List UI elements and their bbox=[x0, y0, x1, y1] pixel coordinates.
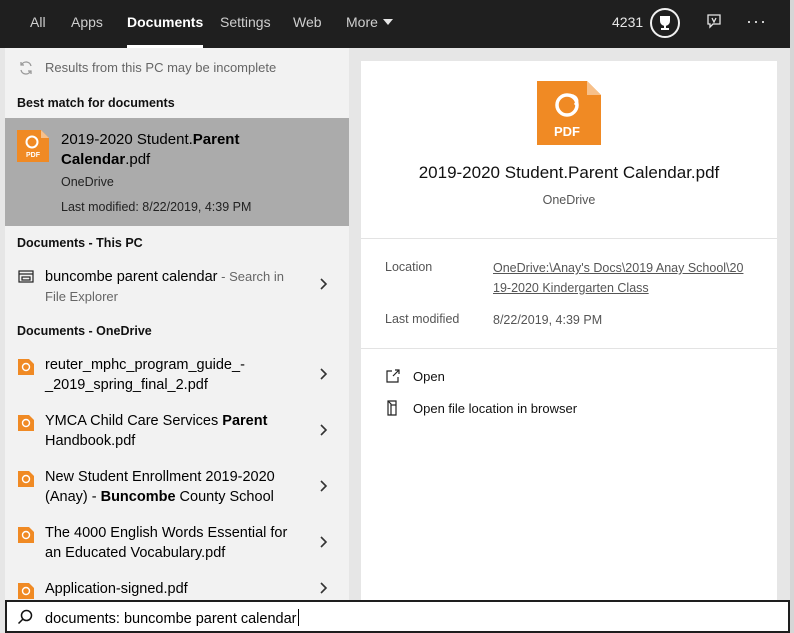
chevron-right-icon[interactable] bbox=[318, 367, 328, 386]
search-hint-2: File Explorer bbox=[45, 289, 118, 304]
best-match-heading: Best match for documents bbox=[17, 96, 175, 110]
pdf-file-icon bbox=[18, 415, 34, 436]
search-query: documents: buncombe parent calendar bbox=[45, 609, 299, 627]
search-term: buncombe parent calendar bbox=[45, 269, 218, 285]
file-location-icon bbox=[385, 400, 401, 419]
list-item-text: Application-signed.pdf bbox=[45, 581, 188, 597]
chevron-right-icon[interactable] bbox=[318, 535, 328, 554]
window-edge bbox=[790, 0, 794, 633]
preview-subtitle: OneDrive bbox=[542, 193, 596, 207]
rewards-points: 4231 bbox=[612, 14, 644, 30]
sync-icon bbox=[18, 60, 34, 81]
best-match-name-ext: .pdf bbox=[125, 151, 151, 168]
pdf-file-icon bbox=[18, 527, 34, 548]
tab-web[interactable]: Web bbox=[293, 0, 322, 48]
results-list: Results from this PC may be incomplete B… bbox=[5, 48, 349, 600]
search-icon bbox=[17, 609, 33, 630]
best-match-name-bold2: Calendar bbox=[61, 151, 126, 168]
pdf-file-icon bbox=[18, 583, 34, 600]
chevron-down-icon bbox=[382, 19, 393, 26]
tab-documents-label: Documents bbox=[127, 14, 204, 30]
search-hint: - Search in bbox=[217, 269, 284, 284]
open-icon bbox=[385, 368, 401, 387]
chevron-right-icon[interactable] bbox=[318, 423, 328, 442]
list-item-text: reuter_mphc_program_guide_- _2019_spring_… bbox=[45, 355, 305, 395]
best-match-modified: Last modified: 8/22/2019, 4:39 PM bbox=[61, 200, 252, 214]
best-match-location: OneDrive bbox=[61, 175, 114, 189]
item-line2-a: (Anay) - bbox=[45, 489, 101, 505]
search-file-explorer-item[interactable]: buncombe parent calendar - Search in File… bbox=[5, 267, 349, 307]
item-line2: an Educated Vocabulary.pdf bbox=[45, 545, 226, 561]
tab-more[interactable]: More bbox=[346, 0, 393, 48]
item-line2: Handbook.pdf bbox=[45, 433, 136, 449]
open-file-location-label: Open file location in browser bbox=[413, 401, 578, 416]
list-item[interactable]: YMCA Child Care Services Parent Handbook.… bbox=[5, 411, 349, 453]
item-line1: YMCA Child Care Services bbox=[45, 413, 223, 429]
pdf-file-icon bbox=[18, 359, 34, 380]
preview-pane: PDF 2019-2020 Student.Parent Calendar.pd… bbox=[361, 61, 777, 600]
trophy-icon[interactable] bbox=[650, 8, 680, 38]
tab-apps[interactable]: Apps bbox=[71, 0, 103, 48]
modified-label: Last modified bbox=[385, 312, 460, 326]
divider bbox=[361, 348, 777, 349]
best-match-name-bold: Parent bbox=[192, 131, 240, 148]
best-match-item[interactable]: PDF 2019-2020 Student.Parent Calendar.pdf… bbox=[5, 118, 349, 226]
preview-title: 2019-2020 Student.Parent Calendar.pdf bbox=[418, 163, 720, 182]
chevron-right-icon[interactable] bbox=[318, 479, 328, 498]
this-pc-heading: Documents - This PC bbox=[17, 236, 143, 250]
list-item[interactable]: Application-signed.pdf bbox=[5, 579, 349, 600]
pdf-file-icon bbox=[18, 471, 34, 492]
file-explorer-icon bbox=[18, 269, 34, 288]
feedback-icon[interactable] bbox=[705, 13, 723, 36]
modified-value: 8/22/2019, 4:39 PM bbox=[493, 313, 603, 327]
list-item[interactable]: The 4000 English Words Essential for an E… bbox=[5, 523, 349, 565]
item-line2-bold: Buncombe bbox=[100, 489, 176, 505]
item-line1-bold: Parent bbox=[222, 413, 268, 429]
text-cursor bbox=[297, 609, 299, 626]
tab-all[interactable]: All bbox=[30, 0, 46, 48]
pdf-preview-icon: PDF bbox=[537, 81, 601, 150]
open-label: Open bbox=[413, 369, 445, 384]
svg-text:PDF: PDF bbox=[26, 152, 41, 159]
ellipsis-icon[interactable]: ··· bbox=[746, 0, 767, 48]
divider bbox=[361, 238, 777, 239]
tab-settings[interactable]: Settings bbox=[220, 0, 271, 48]
item-line2: _2019_spring_final_2.pdf bbox=[45, 377, 208, 393]
location-line1: OneDrive:\Anay's Docs\2019 Anay School\2… bbox=[493, 261, 744, 275]
onedrive-heading: Documents - OneDrive bbox=[17, 324, 152, 338]
notice-text: Results from this PC may be incomplete bbox=[45, 60, 277, 75]
location-line2: 19-2020 Kindergarten Class bbox=[493, 281, 649, 295]
chevron-right-icon[interactable] bbox=[318, 581, 328, 600]
best-match-name-a: 2019-2020 Student. bbox=[61, 131, 193, 148]
location-label: Location bbox=[385, 260, 433, 274]
pdf-file-icon: PDF bbox=[17, 130, 49, 167]
results-notice: Results from this PC may be incomplete bbox=[5, 48, 349, 88]
list-item[interactable]: reuter_mphc_program_guide_- _2019_spring_… bbox=[5, 355, 349, 397]
item-line2-c: County School bbox=[175, 489, 274, 505]
search-file-explorer-text: buncombe parent calendar - Search in File… bbox=[45, 267, 305, 307]
item-line1: The 4000 English Words Essential for bbox=[45, 525, 288, 541]
list-item-text: The 4000 English Words Essential for an E… bbox=[45, 523, 305, 563]
pdf-preview-icon-text: PDF bbox=[554, 124, 580, 139]
location-link[interactable]: OneDrive:\Anay's Docs\2019 Anay School\2… bbox=[493, 258, 755, 298]
list-item[interactable]: New Student Enrollment 2019-2020 (Anay) -… bbox=[5, 467, 349, 509]
list-item-text: New Student Enrollment 2019-2020 (Anay) -… bbox=[45, 467, 305, 507]
search-query-text: documents: buncombe parent calendar bbox=[45, 611, 297, 627]
tab-documents[interactable]: Documents bbox=[127, 0, 204, 48]
item-line1: reuter_mphc_program_guide_- bbox=[45, 357, 245, 373]
search-scope-tabs: All Apps Documents Settings Web More 423… bbox=[0, 0, 790, 48]
best-match-name: 2019-2020 Student.Parent Calendar.pdf bbox=[61, 130, 321, 170]
search-input[interactable]: documents: buncombe parent calendar bbox=[5, 600, 790, 633]
item-line1: New Student Enrollment 2019-2020 bbox=[45, 469, 275, 485]
list-item-text: YMCA Child Care Services Parent Handbook.… bbox=[45, 411, 305, 451]
tab-more-label: More bbox=[346, 14, 378, 30]
chevron-right-icon[interactable] bbox=[318, 277, 328, 296]
